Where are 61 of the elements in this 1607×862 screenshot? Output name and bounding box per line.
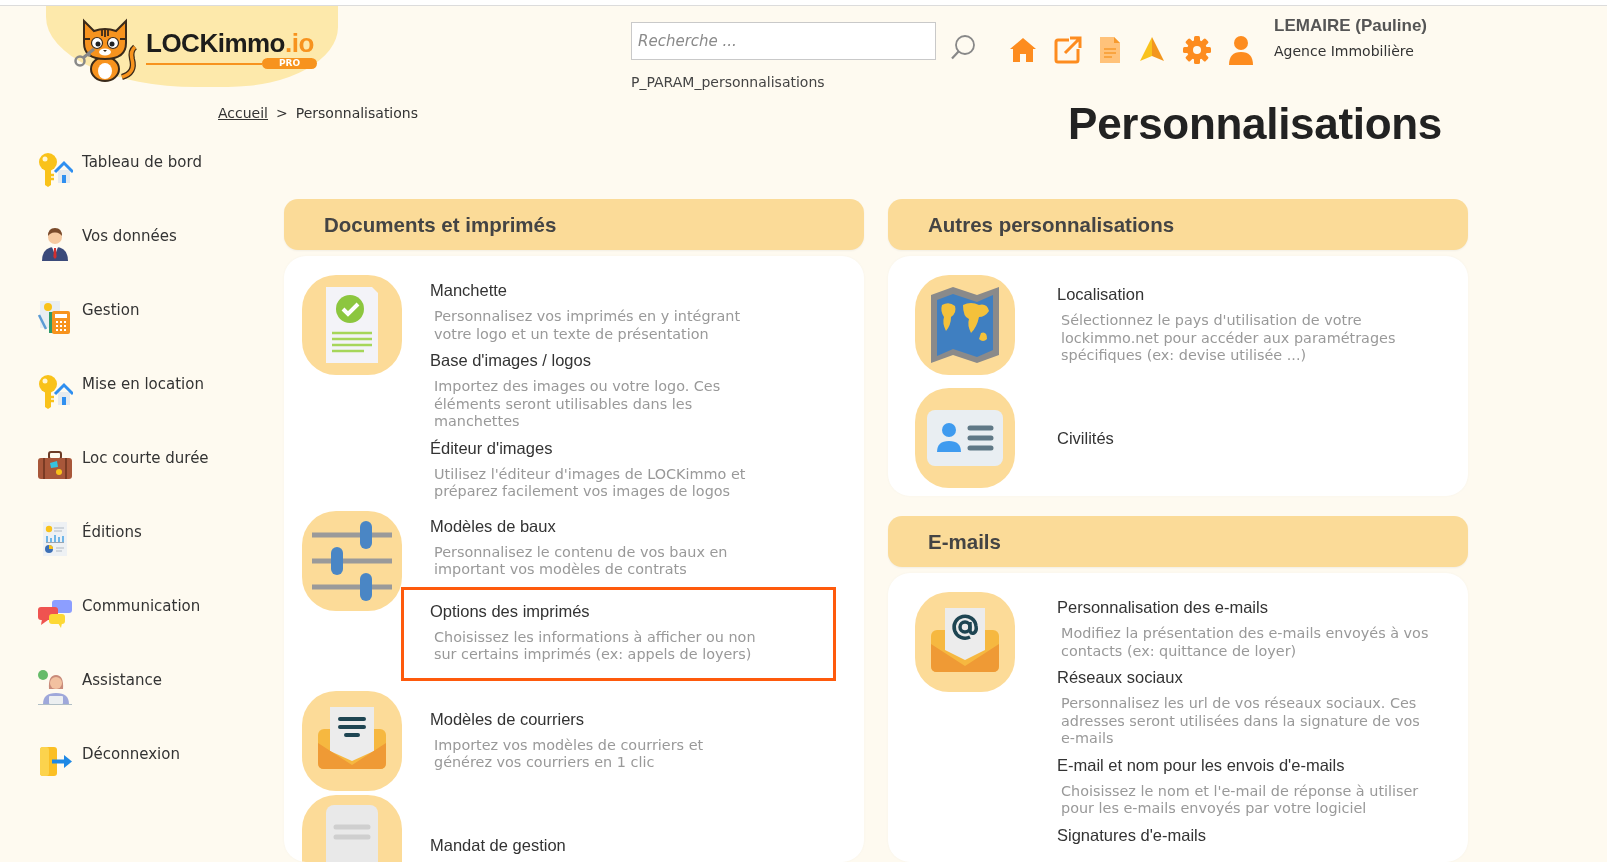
sidebar-item[interactable]: Communication xyxy=(37,595,201,631)
option-description: Sélectionnez le pays d'utilisation de votre lockimmo.net pour accéder aux paramétrages spécifiques (ex: devise utilisée ...) xyxy=(1060,312,1397,365)
document-check-icon xyxy=(302,275,402,375)
key-house-icon xyxy=(37,151,73,187)
page-title: Personnalisations xyxy=(1068,100,1442,147)
calculator-icon xyxy=(37,299,73,335)
logo-wordmark: LOCKimmo.io xyxy=(146,28,314,58)
home-icon[interactable] xyxy=(1008,35,1038,65)
option-description: Choisissez les informations à afficher ou non sur certains imprimés (ex: appels de loyers) xyxy=(433,628,757,664)
option-link[interactable]: Signatures d'e-mails xyxy=(1057,825,1206,844)
option-link[interactable]: Options des imprimés xyxy=(430,601,590,620)
option-description: Personnalisez le contenu de vos baux en important vos modèles de contrats xyxy=(433,543,729,579)
option-description: Importez vos modèles de courriers et générez vos courriers en 1 clic xyxy=(433,736,705,772)
agency-name: Agence Immobilière xyxy=(1274,42,1415,60)
search-button[interactable] xyxy=(950,34,976,60)
panel-header: Autres personnalisations xyxy=(888,199,1468,250)
option-link[interactable]: Base d'images / logos xyxy=(430,351,591,369)
breadcrumb-separator: > xyxy=(276,104,288,122)
option-link[interactable]: Manchette xyxy=(430,281,508,299)
option-link[interactable]: Localisation xyxy=(1057,285,1145,304)
sidebar-item[interactable]: Loc courte durée xyxy=(37,447,209,483)
option-link[interactable]: Mandat de gestion xyxy=(430,835,566,854)
option-description: Utilisez l'éditeur d'images de LOCKimmo et préparez facilement vos images de logos xyxy=(433,465,747,501)
option-link[interactable]: E-mail et nom pour les envois d'e-mails xyxy=(1057,755,1345,774)
panel-header: Documents et imprimés xyxy=(284,199,864,250)
page-code: P_PARAM_personnalisations xyxy=(631,73,826,91)
key-house-icon xyxy=(37,373,73,409)
option-link[interactable]: Réseaux sociaux xyxy=(1057,668,1183,686)
breadcrumb-link[interactable]: Accueil xyxy=(218,104,268,122)
option-description: Choisissez le nom et l'e-mail de réponse à utiliser pour les e-mails envoyés par votre logiciel xyxy=(1060,782,1420,818)
search-field[interactable]: Recherche ... xyxy=(631,22,936,60)
sidebar-item[interactable]: Vos données xyxy=(37,225,177,261)
option-link[interactable]: Modèles de courriers xyxy=(430,709,585,728)
option-link[interactable]: Modèles de baux xyxy=(430,516,556,535)
sidebar-item[interactable]: Tableau de bord xyxy=(37,151,202,187)
option-link[interactable]: Civilités xyxy=(1057,429,1114,447)
option-description: Personnalisez les url de vos réseaux sociaux. Ces adresses seront utilisées dans la signature de vos e-mails xyxy=(1060,695,1421,748)
user-name: LEMAIRE (Pauline) xyxy=(1274,15,1427,37)
breadcrumb-current: Personnalisations xyxy=(295,104,418,122)
world-map-icon xyxy=(915,275,1015,375)
sidebar-item[interactable]: Déconnexion xyxy=(37,743,180,779)
option-link[interactable]: Éditeur d'images xyxy=(430,438,553,457)
option-link[interactable]: Personnalisation des e-mails xyxy=(1057,598,1268,616)
envelope-icon xyxy=(302,690,402,791)
sidebar-item[interactable]: Gestion xyxy=(37,299,140,335)
edit-icon[interactable] xyxy=(1053,35,1083,65)
sidebar-item[interactable]: Assistance xyxy=(37,669,162,705)
document-icon[interactable] xyxy=(1098,35,1122,65)
support-agent-icon xyxy=(37,669,73,705)
option-description: Importez des images ou votre logo. Ces éléments seront utilisables dans les manchettes xyxy=(433,378,722,431)
settings-icon[interactable] xyxy=(1182,35,1212,65)
sidebar-item[interactable]: Mise en location xyxy=(37,373,204,409)
option-description: Modifiez la présentation des e-mails envoyés à vos contacts (ex: quittance de loyer) xyxy=(1060,625,1430,660)
option-description: Personnalisez vos imprimés en y intégrant votre logo et un texte de présentation xyxy=(433,308,742,343)
sliders-icon xyxy=(302,510,402,611)
pro-badge: PRO xyxy=(262,58,318,69)
panel-header: E-mails xyxy=(888,516,1468,567)
email-icon xyxy=(915,592,1015,692)
user-icon[interactable] xyxy=(1227,35,1255,65)
contact-card-icon xyxy=(915,388,1015,488)
sidebar-item[interactable]: Éditions xyxy=(37,521,142,557)
